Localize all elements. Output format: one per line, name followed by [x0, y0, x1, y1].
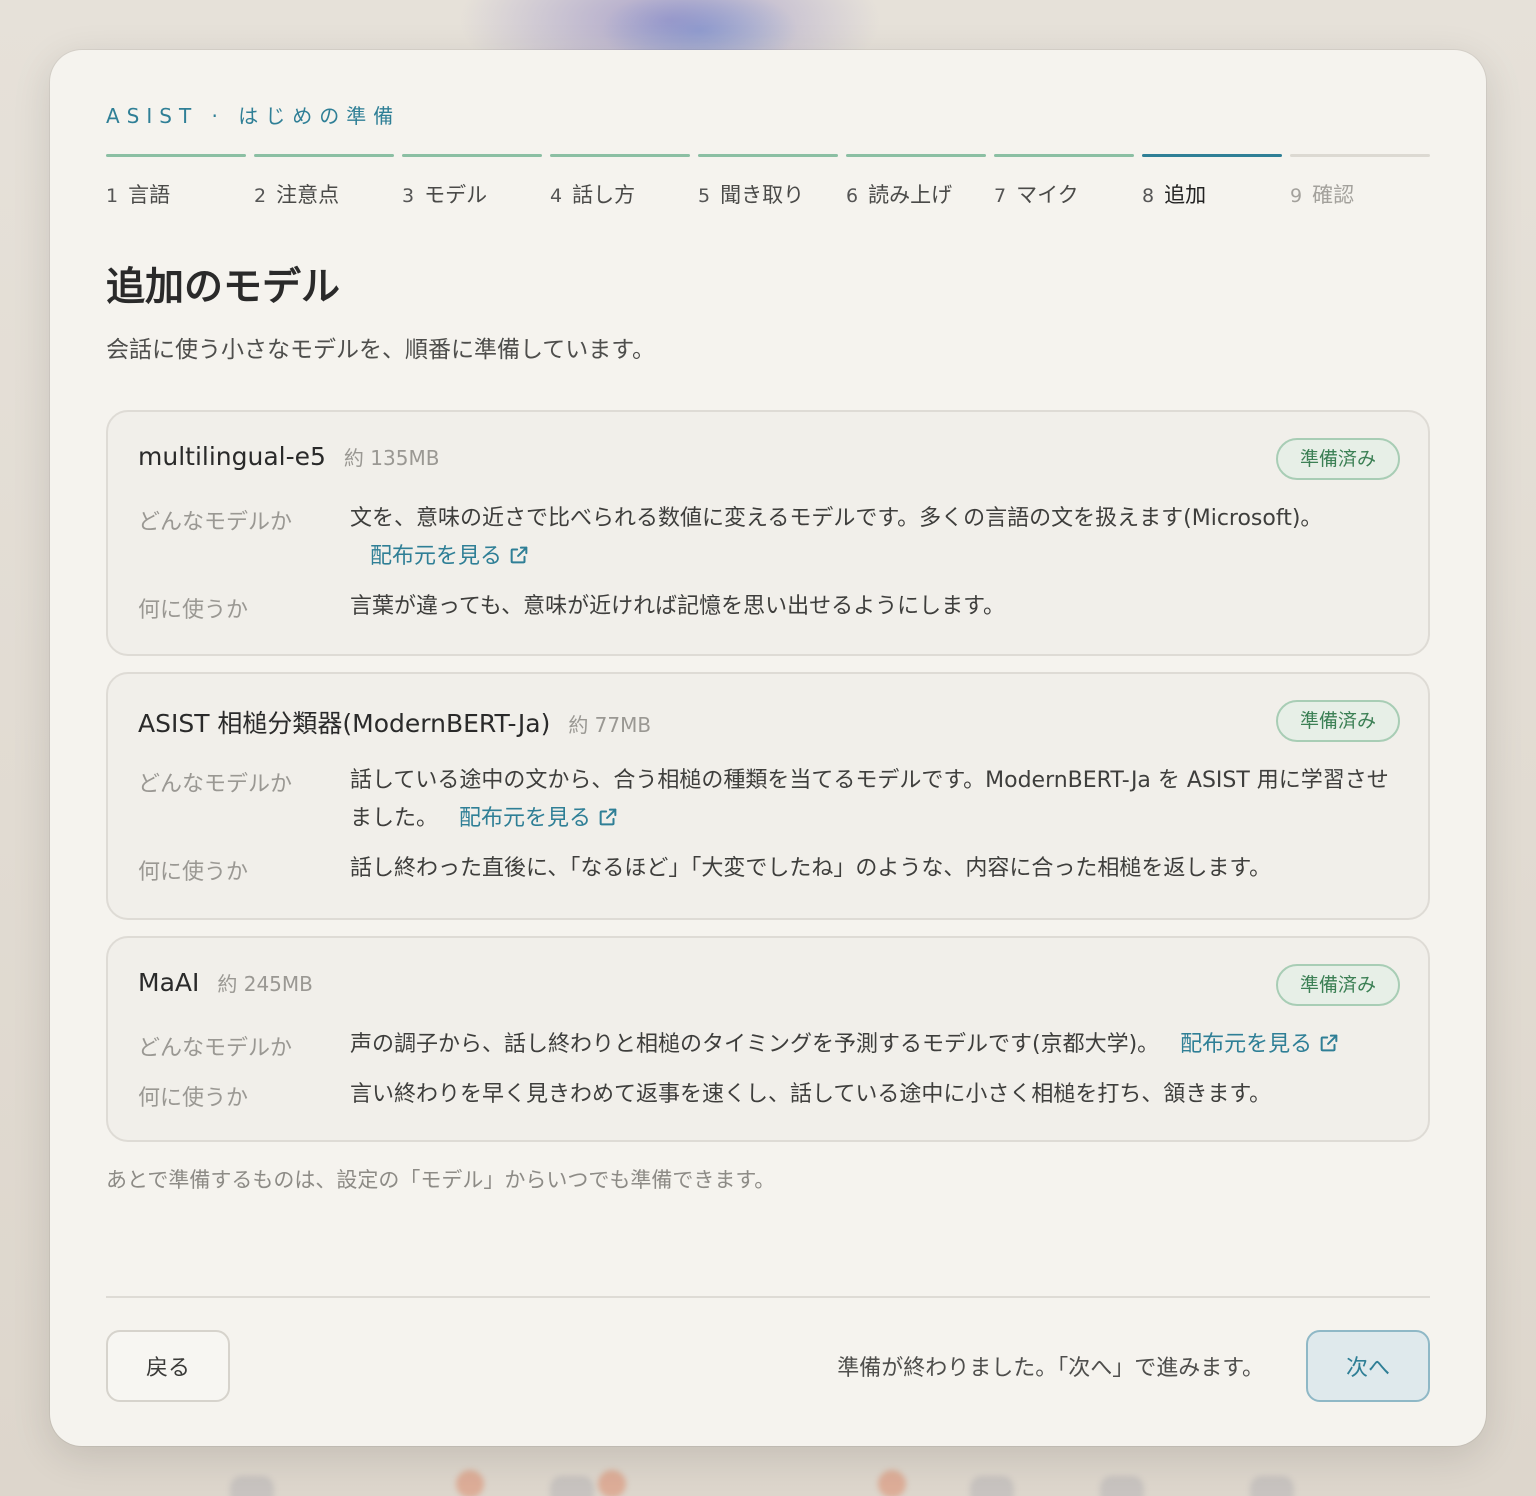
setup-dialog: ASIST · はじめの準備 1 言語 2 注意点 3 モデル 4 話し方 5 聞き取り …	[50, 50, 1486, 1446]
step-number: 2	[254, 185, 267, 207]
usage-label: 何に使うか	[138, 860, 249, 885]
step-label: モデル	[424, 183, 488, 207]
dock-badge	[598, 1470, 626, 1496]
model-description: 文を、意味の近さで比べられる数値に変えるモデルです。多くの言語の文を扱えます(M…	[350, 500, 1400, 576]
model-size: 約 77MB	[568, 713, 652, 737]
step-label: 追加	[1164, 183, 1207, 207]
page-title: 追加のモデル	[106, 265, 341, 310]
step-8-current[interactable]: 8 追加	[1142, 154, 1282, 209]
model-card-multilingual-e5: multilingual-e5 約 135MB 準備済み どんなモデルか 文を、意…	[106, 410, 1430, 656]
footer-divider	[106, 1296, 1430, 1298]
step-label: 話し方	[572, 183, 636, 207]
step-1[interactable]: 1 言語	[106, 154, 246, 209]
step-number: 3	[402, 185, 415, 207]
model-size: 約 245MB	[217, 972, 313, 996]
external-link-icon	[1320, 1034, 1338, 1052]
model-card-asist-backchannel: ASIST 相槌分類器(ModernBERT-Ja) 約 77MB 準備済み どん…	[106, 672, 1430, 920]
step-9: 9 確認	[1290, 154, 1430, 209]
model-size: 約 135MB	[343, 446, 440, 470]
step-4[interactable]: 4 話し方	[550, 154, 690, 209]
source-link[interactable]: 配布元を見る	[1180, 1032, 1340, 1057]
dock-app-icon	[970, 1476, 1014, 1496]
status-badge: 準備済み	[1276, 964, 1400, 1006]
step-progress-bar	[550, 154, 690, 157]
next-button[interactable]: 次へ	[1306, 1330, 1430, 1402]
source-link-label: 配布元を見る	[370, 544, 503, 569]
step-progress-bar	[994, 154, 1134, 157]
step-progress-bar	[254, 154, 394, 157]
dock-app-icon	[230, 1476, 274, 1496]
step-progress-bar	[1142, 154, 1282, 157]
step-number: 8	[1142, 185, 1155, 207]
external-link-icon	[599, 808, 617, 826]
model-description: 話している途中の文から、合う相槌の種類を当てるモデルです。ModernBERT-…	[350, 762, 1400, 838]
back-button[interactable]: 戻る	[106, 1330, 230, 1402]
step-2[interactable]: 2 注意点	[254, 154, 394, 209]
usage-label: 何に使うか	[138, 1086, 249, 1111]
model-usage: 話し終わった直後に、「なるほど」「大変でしたね」のような、内容に合った相槌を返し…	[350, 856, 1272, 881]
description-label: どんなモデルか	[138, 772, 293, 797]
model-description: 声の調子から、話し終わりと相槌のタイミングを予測するモデルです(京都大学)。 配…	[350, 1026, 1400, 1064]
step-progress-bar	[1290, 154, 1430, 157]
step-label: マイク	[1016, 183, 1079, 207]
stepper: 1 言語 2 注意点 3 モデル 4 話し方 5 聞き取り 6 読み上げ 7 マイク 8 追加	[106, 154, 1430, 209]
step-label: 確認	[1312, 183, 1355, 207]
step-number: 9	[1290, 185, 1303, 207]
model-name: ASIST 相槌分類器(ModernBERT-Ja)	[138, 709, 551, 738]
step-progress-bar	[106, 154, 246, 157]
step-progress-bar	[698, 154, 838, 157]
source-link-label: 配布元を見る	[459, 806, 592, 831]
usage-label: 何に使うか	[138, 598, 249, 623]
dock-badge	[878, 1470, 906, 1496]
model-usage: 言い終わりを早く見きわめて返事を速くし、話している途中に小さく相槌を打ち、頷きま…	[350, 1082, 1272, 1107]
source-link[interactable]: 配布元を見る	[370, 544, 530, 569]
page-subtitle: 会話に使う小さなモデルを、順番に準備しています。	[106, 337, 656, 363]
footer-note: あとで準備するものは、設定の「モデル」からいつでも準備できます。	[106, 1168, 776, 1192]
description-label: どんなモデルか	[138, 510, 293, 535]
model-card-maai: MaAI 約 245MB 準備済み どんなモデルか 声の調子から、話し終わりと相槌…	[106, 936, 1430, 1142]
dock-app-icon	[550, 1476, 594, 1496]
step-number: 6	[846, 185, 859, 207]
model-name: multilingual-e5	[138, 442, 326, 471]
step-progress-bar	[846, 154, 986, 157]
step-number: 4	[550, 185, 563, 207]
source-link-label: 配布元を見る	[1180, 1032, 1313, 1057]
model-usage: 言葉が違っても、意味が近ければ記憶を思い出せるようにします。	[350, 594, 1005, 619]
description-text: 文を、意味の近さで比べられる数値に変えるモデルです。多くの言語の文を扱えます(M…	[350, 506, 1323, 531]
dock-badge	[456, 1470, 484, 1496]
status-badge: 準備済み	[1276, 438, 1400, 480]
dock-app-icon	[1250, 1476, 1294, 1496]
step-label: 注意点	[276, 183, 340, 207]
step-label: 聞き取り	[720, 183, 805, 207]
status-badge: 準備済み	[1276, 700, 1400, 742]
step-number: 7	[994, 185, 1007, 207]
dock-app-icon	[1100, 1476, 1144, 1496]
step-6[interactable]: 6 読み上げ	[846, 154, 986, 209]
dialog-eyebrow: ASIST · はじめの準備	[106, 104, 401, 128]
step-label: 言語	[128, 183, 171, 207]
external-link-icon	[510, 546, 528, 564]
step-number: 5	[698, 185, 711, 207]
description-label: どんなモデルか	[138, 1036, 293, 1061]
step-number: 1	[106, 185, 119, 207]
footer-status-text: 準備が終わりました。「次へ」で進みます。	[837, 1356, 1264, 1381]
step-progress-bar	[402, 154, 542, 157]
dock	[150, 1466, 1390, 1496]
step-label: 読み上げ	[868, 183, 953, 207]
description-text: 声の調子から、話し終わりと相槌のタイミングを予測するモデルです(京都大学)。	[350, 1032, 1160, 1057]
step-7[interactable]: 7 マイク	[994, 154, 1134, 209]
source-link[interactable]: 配布元を見る	[459, 806, 619, 831]
step-3[interactable]: 3 モデル	[402, 154, 542, 209]
model-name: MaAI	[138, 968, 200, 997]
step-5[interactable]: 5 聞き取り	[698, 154, 838, 209]
